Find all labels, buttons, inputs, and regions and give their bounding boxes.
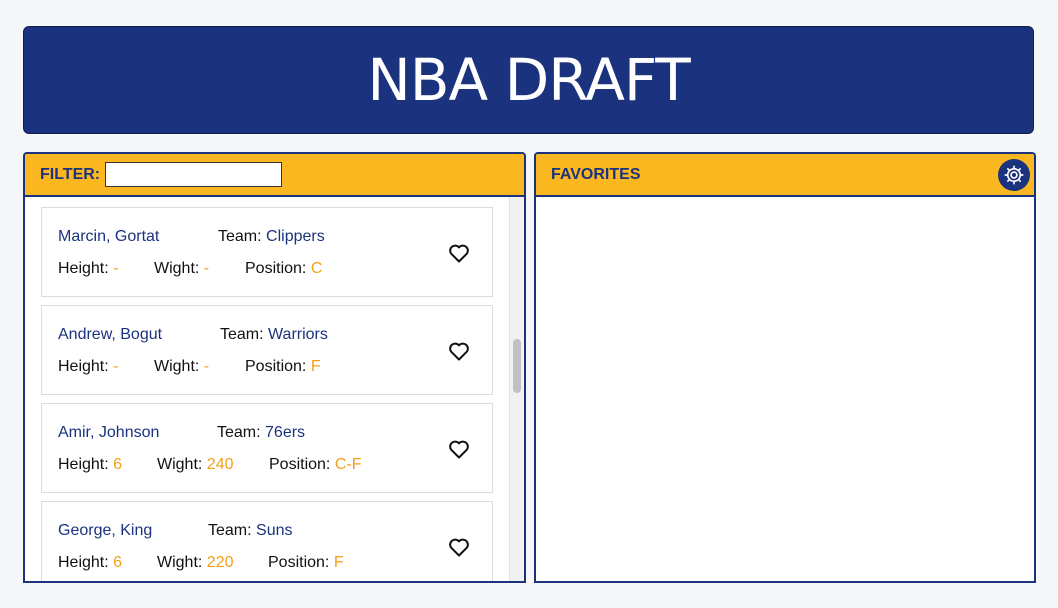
scrollbar-thumb[interactable]: [513, 339, 521, 393]
position-label: Position:: [268, 554, 330, 571]
height-value: 6: [113, 554, 123, 571]
filter-bar: FILTER:: [25, 154, 524, 197]
weight-label: Wight:: [154, 260, 200, 277]
team-value: Suns: [256, 522, 293, 539]
favorites-list: [536, 197, 1034, 581]
position-label: Position:: [245, 260, 307, 277]
position-label: Position:: [245, 358, 307, 375]
player-team: Team: Clippers: [218, 228, 325, 246]
height-value: 6: [113, 456, 123, 473]
settings-button[interactable]: [998, 159, 1030, 191]
weight-label: Wight:: [157, 554, 203, 571]
height-value: -: [113, 358, 119, 375]
player-height: Height: 6: [58, 554, 122, 572]
height-label: Height:: [58, 456, 109, 473]
player-position: Position: C-F: [269, 456, 361, 474]
players-panel: FILTER: Marcin, Gortat Team: Clippers He…: [23, 152, 526, 583]
favorites-panel: FAVORITES: [534, 152, 1036, 583]
heart-icon[interactable]: [447, 339, 471, 363]
heart-icon[interactable]: [447, 535, 471, 559]
position-value: C: [310, 260, 323, 277]
heart-icon[interactable]: [447, 241, 471, 265]
player-height: Height: -: [58, 260, 118, 278]
player-height: Height: -: [58, 358, 118, 376]
team-label: Team:: [208, 522, 252, 539]
weight-value: -: [203, 358, 210, 375]
player-card: Amir, Johnson Team: 76ers Height: 6 Wigh…: [41, 403, 493, 493]
player-weight: Wight: -: [154, 358, 209, 376]
player-name: Andrew, Bogut: [58, 326, 163, 343]
position-value: C-F: [334, 456, 362, 473]
player-list-scrollbar[interactable]: [509, 197, 524, 581]
team-label: Team:: [218, 228, 262, 245]
player-name: George, King: [58, 522, 153, 539]
weight-value: -: [203, 260, 210, 277]
favorites-label: FAVORITES: [551, 165, 641, 183]
team-value: 76ers: [265, 424, 306, 441]
player-card: Marcin, Gortat Team: Clippers Height: - …: [41, 207, 493, 297]
team-label: Team:: [217, 424, 261, 441]
app-title: NBA DRAFT: [367, 46, 690, 114]
weight-label: Wight:: [157, 456, 203, 473]
height-label: Height:: [58, 554, 109, 571]
filter-label: FILTER:: [40, 165, 101, 183]
player-position: Position: F: [268, 554, 344, 572]
favorites-bar: FAVORITES: [536, 154, 1034, 197]
player-card: George, King Team: Suns Height: 6 Wight:…: [41, 501, 493, 581]
height-value: -: [113, 260, 119, 277]
player-team: Team: 76ers: [217, 424, 305, 442]
player-team: Team: Warriors: [220, 326, 328, 344]
player-name: Marcin, Gortat: [58, 228, 160, 245]
team-value: Warriors: [268, 326, 328, 343]
player-name: Amir, Johnson: [58, 424, 160, 441]
player-position: Position: F: [245, 358, 321, 376]
height-label: Height:: [58, 260, 109, 277]
player-weight: Wight: -: [154, 260, 209, 278]
player-position: Position: C: [245, 260, 322, 278]
player-weight: Wight: 220: [157, 554, 234, 572]
position-value: F: [310, 358, 321, 375]
player-card: Andrew, Bogut Team: Warriors Height: - W…: [41, 305, 493, 395]
player-list[interactable]: Marcin, Gortat Team: Clippers Height: - …: [25, 197, 524, 581]
weight-label: Wight:: [154, 358, 200, 375]
player-team: Team: Suns: [208, 522, 293, 540]
height-label: Height:: [58, 358, 109, 375]
weight-value: 240: [206, 456, 234, 473]
team-value: Clippers: [266, 228, 325, 245]
gear-icon: [1004, 165, 1024, 185]
weight-value: 220: [206, 554, 234, 571]
position-value: F: [333, 554, 344, 571]
player-height: Height: 6: [58, 456, 122, 474]
filter-input[interactable]: [105, 162, 283, 187]
team-label: Team:: [220, 326, 264, 343]
player-weight: Wight: 240: [157, 456, 234, 474]
heart-icon[interactable]: [447, 437, 471, 461]
app-header: NBA DRAFT: [23, 26, 1034, 134]
position-label: Position:: [269, 456, 331, 473]
